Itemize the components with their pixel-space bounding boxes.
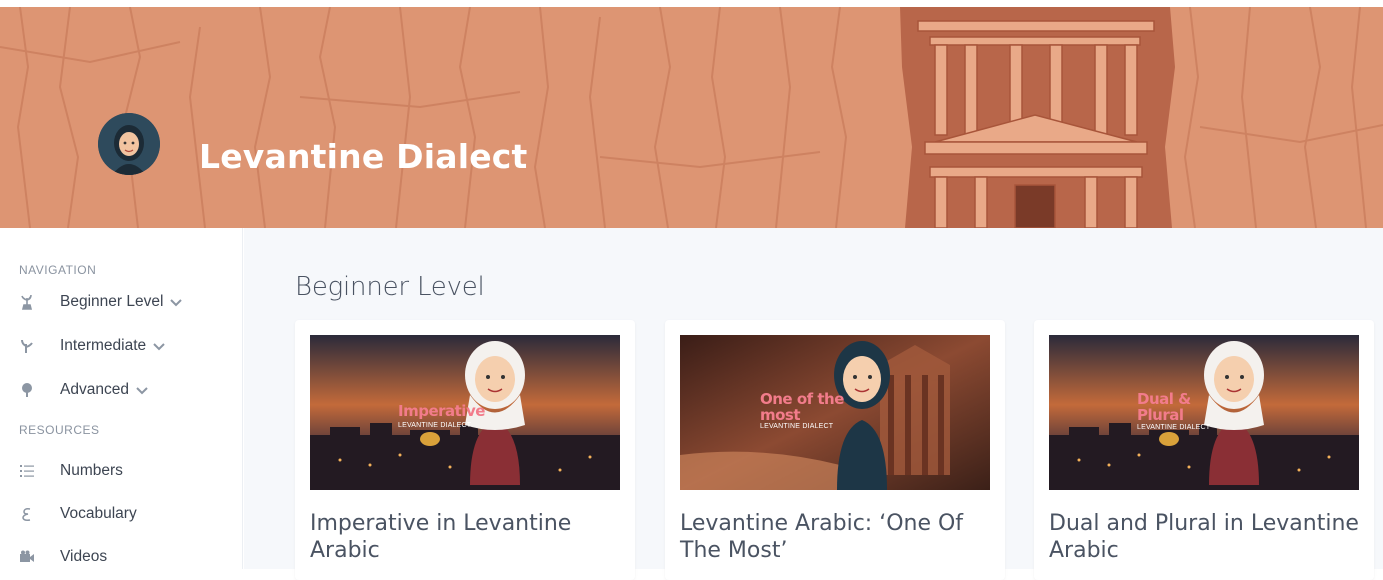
sidebar-item-intermediate[interactable]: Intermediate (19, 334, 166, 358)
chevron-down-icon[interactable] (169, 295, 183, 309)
resources-section-label: RESOURCES (19, 423, 100, 437)
sprout-icon (19, 294, 35, 310)
main-content: Beginner Level Imperative LEVANTINE DIAL… (244, 228, 1383, 580)
sidebar-item-label: Videos (60, 548, 108, 565)
sidebar-item-label: Advanced (60, 381, 129, 398)
rock-texture-illustration (0, 7, 1383, 228)
sidebar: NAVIGATION Beginner Level Intermediate A… (0, 228, 243, 569)
top-strip (0, 0, 1383, 7)
lesson-thumbnail[interactable]: Imperative LEVANTINE DIALECT (310, 335, 620, 490)
arabic-letter-icon (19, 506, 35, 522)
sidebar-item-label: Numbers (60, 462, 123, 479)
thumbnail-subcaption: LEVANTINE DIALECT (1137, 424, 1211, 431)
chevron-down-icon[interactable] (135, 383, 149, 397)
lesson-title[interactable]: Imperative in Levantine Arabic (310, 510, 630, 564)
lesson-title[interactable]: Dual and Plural in Levantine Arabic (1049, 510, 1369, 564)
lesson-card-one-of-the-most[interactable]: One of the most LEVANTINE DIALECT Levant… (665, 320, 1005, 580)
thumbnail-caption: One of the most (760, 390, 844, 424)
sidebar-item-videos[interactable]: Videos (19, 545, 107, 569)
sidebar-item-label: Intermediate (60, 337, 147, 354)
thumbnail-subcaption: LEVANTINE DIALECT (760, 423, 834, 430)
sidebar-item-beginner-level[interactable]: Beginner Level (19, 290, 183, 314)
lesson-thumbnail[interactable]: Dual & Plural LEVANTINE DIALECT (1049, 335, 1359, 490)
sidebar-item-vocabulary[interactable]: Vocabulary (19, 502, 137, 526)
lesson-card-imperative[interactable]: Imperative LEVANTINE DIALECT Imperative … (295, 320, 635, 580)
navigation-section-label: NAVIGATION (19, 263, 97, 277)
section-title: Beginner Level (295, 272, 485, 302)
thumbnail-caption: Imperative (398, 402, 485, 420)
avatar (98, 113, 160, 175)
video-camera-icon (19, 549, 35, 565)
page-title: Levantine Dialect (199, 137, 528, 176)
sidebar-item-numbers[interactable]: Numbers (19, 459, 123, 483)
sidebar-item-label: Beginner Level (60, 293, 164, 310)
thumbnail-subcaption: LEVANTINE DIALECT (398, 422, 472, 429)
sidebar-item-advanced[interactable]: Advanced (19, 378, 149, 402)
tree-icon (19, 382, 35, 398)
lesson-card-dual-and-plural[interactable]: Dual & Plural LEVANTINE DIALECT Dual and… (1034, 320, 1374, 580)
chevron-down-icon[interactable] (152, 339, 166, 353)
header-banner: Levantine Dialect (0, 7, 1383, 228)
plant-icon (19, 338, 35, 354)
sidebar-item-label: Vocabulary (60, 505, 137, 522)
list-ordered-icon (19, 463, 35, 479)
thumbnail-caption: Dual & Plural (1137, 390, 1191, 424)
lesson-title[interactable]: Levantine Arabic: ‘One Of The Most’ (680, 510, 1000, 564)
lesson-thumbnail[interactable]: One of the most LEVANTINE DIALECT (680, 335, 990, 490)
